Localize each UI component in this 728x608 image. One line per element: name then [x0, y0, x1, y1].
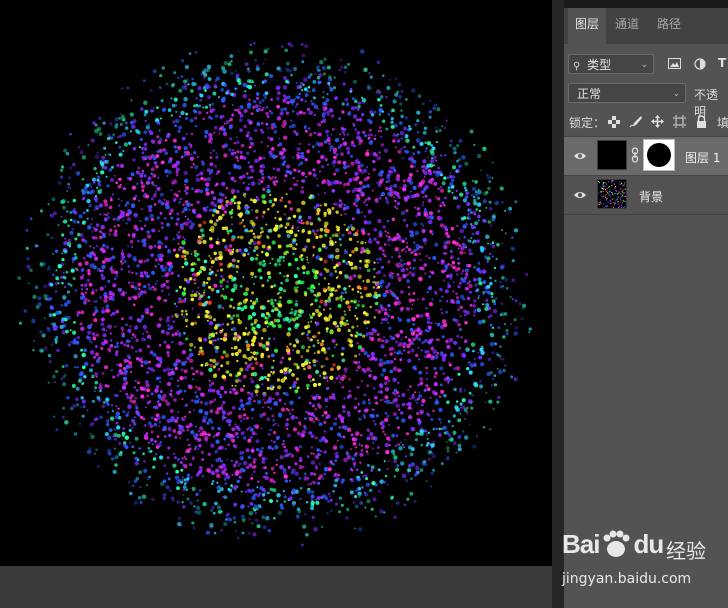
tab-paths[interactable]: 路径 [649, 8, 689, 44]
adjustment-circle-icon[interactable] [694, 58, 706, 70]
layer-filter-dropdown[interactable]: ⚲ 类型 ⌄ [568, 54, 654, 74]
layer-name[interactable]: 图层 1 [685, 149, 720, 166]
mask-circle-icon [647, 143, 671, 167]
layer-row-layer1[interactable]: 图层 1 [564, 136, 728, 175]
baidu-brand-text-2: du [633, 529, 664, 559]
baidu-watermark: Bai du 经验 jingyan.baidu.com [558, 527, 728, 597]
blend-row: 正常 ⌄ 不透明 [564, 82, 728, 119]
particle-sphere-image [17, 41, 532, 547]
image-icon[interactable] [668, 58, 681, 70]
visibility-eye-icon[interactable] [573, 188, 587, 202]
lock-all-icon[interactable] [696, 115, 707, 128]
chevron-down-icon: ⌄ [672, 89, 680, 99]
layer-thumbnail[interactable] [597, 140, 627, 170]
baidu-logo: Bai du [562, 529, 664, 560]
tab-layers[interactable]: 图层 [568, 8, 606, 44]
layers-panel: 图层 通道 路径 ⚲ 类型 ⌄ T 正常 ⌄ 不透明 锁定： 填 图层 1 背景 [564, 8, 728, 608]
filter-kind-label: 类型 [587, 58, 612, 72]
lock-transparent-pixels-icon[interactable] [608, 116, 620, 128]
lock-row: 锁定： 填 [564, 110, 728, 134]
lock-position-icon[interactable] [651, 115, 664, 128]
layer-thumbnail[interactable] [597, 179, 627, 209]
watermark-url: jingyan.baidu.com [562, 571, 692, 587]
background-thumbnail-image [598, 180, 626, 208]
search-icon: ⚲ [573, 61, 581, 72]
tab-channels[interactable]: 通道 [607, 8, 647, 44]
layer-mask-thumbnail[interactable] [643, 139, 675, 171]
status-bar-area [0, 566, 552, 608]
panel-tab-bar: 图层 通道 路径 [564, 8, 728, 44]
fill-label: 填 [717, 116, 728, 130]
layer-row-background[interactable]: 背景 [564, 175, 728, 214]
layer-name[interactable]: 背景 [639, 188, 663, 205]
baidu-brand-text: Bai [562, 529, 600, 559]
chain-link-icon[interactable] [631, 147, 639, 163]
layer-list-end-divider [564, 214, 728, 215]
type-T-icon[interactable]: T [718, 56, 726, 70]
chevron-down-icon: ⌄ [640, 60, 648, 70]
paw-icon [603, 530, 630, 557]
jingyan-label: 经验 [666, 539, 706, 563]
lock-image-pixels-icon[interactable] [629, 115, 642, 128]
lock-label: 锁定： [569, 116, 606, 130]
document-canvas[interactable] [0, 0, 552, 566]
panel-divider[interactable] [552, 0, 564, 608]
blend-mode-label: 正常 [577, 87, 602, 101]
artboard-icon[interactable] [673, 115, 686, 128]
visibility-eye-icon[interactable] [573, 149, 587, 163]
filter-row: ⚲ 类型 ⌄ T [564, 54, 728, 78]
blend-mode-dropdown[interactable]: 正常 ⌄ [568, 83, 686, 103]
